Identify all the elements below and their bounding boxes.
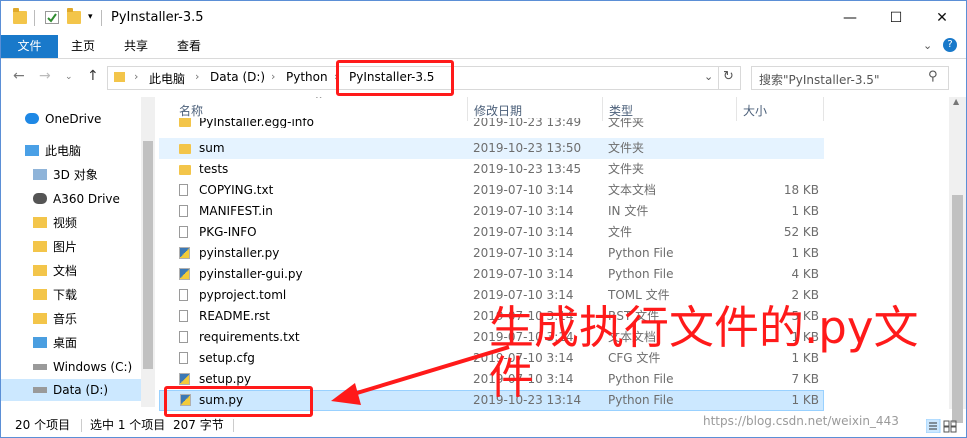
help-icon[interactable]: ? (943, 38, 957, 52)
a360-drive-icon (33, 193, 47, 204)
breadcrumb-this-pc[interactable]: 此电脑 (149, 70, 185, 87)
selection-count: 选中 1 个项目 (90, 418, 166, 432)
divider (718, 67, 719, 89)
selection-size: 207 字节 (173, 418, 224, 432)
scroll-up-icon[interactable]: ▲ (953, 97, 959, 106)
file-list-scrollbar[interactable]: ▲ (949, 97, 966, 423)
sidebar-item-documents[interactable]: 文档 (33, 260, 77, 282)
sidebar-item-desktop[interactable]: 桌面 (33, 332, 77, 354)
sidebar-item-music[interactable]: 音乐 (33, 308, 77, 330)
view-toggle[interactable] (925, 418, 958, 434)
item-count: 20 个项目 (15, 418, 71, 432)
sidebar-item-videos[interactable]: 视频 (33, 212, 77, 234)
breadcrumb-python[interactable]: Python (286, 70, 328, 84)
scrollbar-thumb[interactable] (952, 195, 963, 423)
python-file-icon (179, 268, 190, 280)
up-icon[interactable]: ↑ (87, 68, 99, 84)
file-icon (179, 226, 188, 238)
sidebar-item-3d-objects[interactable]: 3D 对象 (33, 164, 98, 186)
file-row[interactable]: MANIFEST.in 2019-07-10 3:14 IN 文件 1 KB (159, 201, 824, 222)
file-icon (179, 310, 188, 322)
sidebar-item-windows-c[interactable]: Windows (C:) (33, 356, 132, 378)
sidebar-scrollbar[interactable] (141, 97, 155, 407)
file-icon (179, 205, 188, 217)
minimize-button[interactable]: — (827, 1, 873, 35)
computer-icon (25, 145, 39, 156)
folder-icon (179, 118, 191, 127)
folder-icon (114, 72, 125, 82)
tab-view[interactable]: 查看 (166, 35, 212, 58)
address-dropdown-icon[interactable]: ⌄ (704, 70, 713, 83)
sidebar-item-a360-drive[interactable]: A360 Drive (33, 188, 120, 210)
text-file-icon (179, 331, 188, 343)
sidebar-item-onedrive[interactable]: OneDrive (25, 108, 101, 130)
file-row[interactable]: PyInstaller.egg-info 2019-10-23 13:49 文件… (159, 118, 824, 128)
file-row[interactable]: sum 2019-10-23 13:50 文件夹 (159, 138, 824, 159)
desktop-icon (33, 337, 47, 348)
sidebar-item-data-d[interactable]: Data (D:) (1, 379, 141, 401)
python-file-icon (179, 247, 190, 259)
breadcrumb-separator[interactable]: › (271, 70, 275, 83)
new-folder-icon[interactable] (67, 8, 81, 24)
expand-ribbon-icon[interactable]: ⌄ (923, 39, 932, 52)
file-row[interactable]: COPYING.txt 2019-07-10 3:14 文本文档 18 KB (159, 180, 824, 201)
annotation-label: 生成执行文件的.py文件 (489, 301, 919, 404)
window-title: PyInstaller-3.5 (111, 10, 204, 25)
close-button[interactable]: ✕ (919, 1, 965, 35)
folder-icon (179, 144, 191, 154)
breadcrumb-data-drive[interactable]: Data (D:) (210, 70, 265, 84)
properties-icon[interactable] (45, 11, 59, 24)
divider (81, 419, 82, 432)
annotation-box-sum-py (164, 386, 313, 417)
breadcrumb-separator[interactable]: › (134, 70, 138, 83)
videos-icon (33, 217, 47, 228)
tab-file[interactable]: 文件 (1, 35, 58, 58)
drive-icon (33, 387, 47, 393)
ribbon: 文件 主页 共享 查看 ⌄ ? (1, 35, 966, 59)
search-box[interactable]: 搜索"PyInstaller-3.5" ⚲ (751, 66, 949, 90)
forward-icon[interactable]: → (39, 68, 51, 84)
documents-icon (33, 265, 47, 276)
file-row[interactable]: pyinstaller-gui.py 2019-07-10 3:14 Pytho… (159, 264, 824, 285)
tab-share[interactable]: 共享 (113, 35, 159, 58)
divider (233, 419, 234, 432)
watermark: https://blog.csdn.net/weixin_443 (703, 414, 899, 428)
text-file-icon (179, 184, 188, 196)
file-icon (179, 352, 188, 364)
scrollbar-thumb[interactable] (143, 141, 153, 369)
search-icon[interactable]: ⚲ (928, 69, 938, 84)
file-row[interactable]: tests 2019-10-23 13:45 文件夹 (159, 159, 824, 180)
sidebar-item-pictures[interactable]: 图片 (33, 236, 77, 258)
recent-locations-icon[interactable]: ⌄ (65, 72, 73, 82)
file-icon (179, 289, 188, 301)
file-row[interactable]: pyinstaller.py 2019-07-10 3:14 Python Fi… (159, 243, 824, 264)
file-row[interactable]: PKG-INFO 2019-07-10 3:14 文件 52 KB (159, 222, 824, 243)
customize-toolbar-icon[interactable]: ▾ (88, 12, 93, 22)
drive-icon (33, 364, 47, 370)
title-bar: ▾ PyInstaller-3.5 — ☐ ✕ (1, 1, 966, 35)
search-input[interactable]: 搜索"PyInstaller-3.5" (759, 71, 879, 88)
music-icon (33, 313, 47, 324)
back-icon[interactable]: ← (13, 68, 25, 84)
tab-home[interactable]: 主页 (60, 35, 106, 58)
downloads-icon (33, 289, 47, 300)
navigation-bar: ← → ⌄ ↑ › 此电脑 › Data (D:) › Python › PyI… (1, 59, 966, 95)
sidebar-item-downloads[interactable]: 下载 (33, 284, 77, 306)
explorer-window: ▾ PyInstaller-3.5 — ☐ ✕ 文件 主页 共享 查看 ⌄ ? … (0, 0, 967, 438)
annotation-box-address (336, 60, 454, 96)
folder-icon (13, 8, 27, 24)
maximize-button[interactable]: ☐ (873, 1, 919, 35)
3d-objects-icon (33, 169, 47, 180)
refresh-icon[interactable]: ↻ (723, 69, 734, 84)
pictures-icon (33, 241, 47, 252)
breadcrumb-separator[interactable]: › (195, 70, 199, 83)
divider (101, 10, 102, 26)
python-file-icon (179, 373, 190, 385)
sidebar-item-this-pc[interactable]: 此电脑 (25, 140, 81, 162)
divider (34, 10, 35, 26)
folder-icon (179, 165, 191, 175)
cloud-icon (25, 113, 39, 124)
